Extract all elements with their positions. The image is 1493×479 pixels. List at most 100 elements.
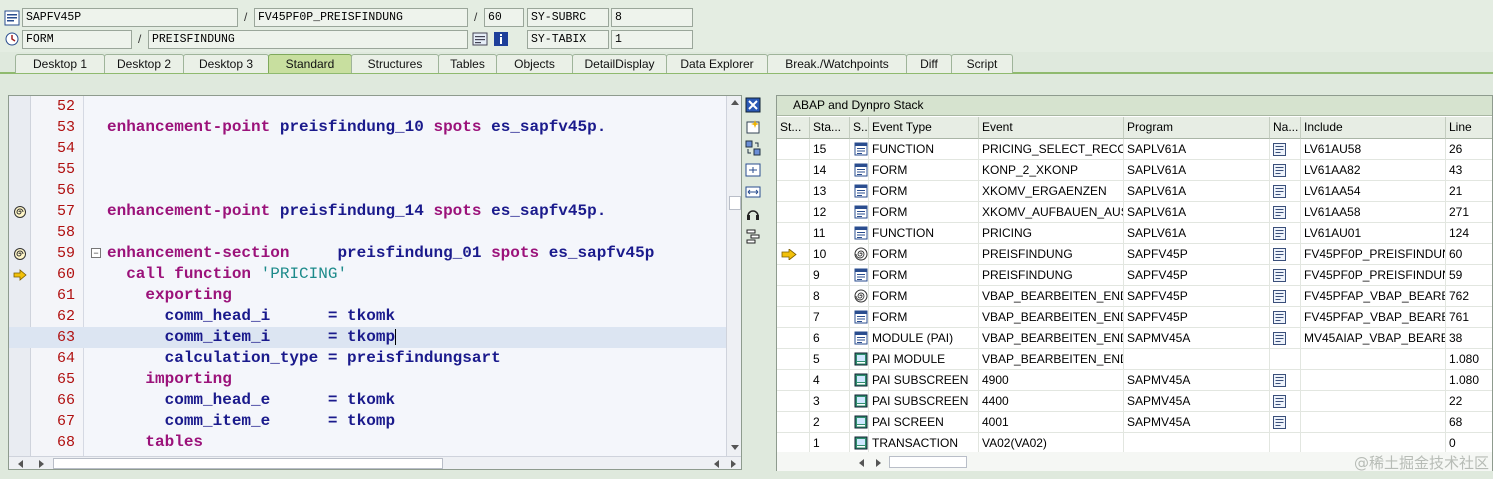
code-line[interactable]: 57 enhancement-point preisfindung_14 spo…	[9, 201, 726, 222]
collapse-block-icon[interactable]: −	[91, 248, 101, 258]
tab-standard[interactable]: Standard	[268, 54, 352, 73]
stack-row[interactable]: 15 FUNCTIONPRICING_SELECT_RECOR...SAPLV61…	[777, 139, 1492, 160]
stack-row[interactable]: 9 FORM PREISFINDUNG SAPFV45P FV45PF0P_PREISF…	[777, 265, 1492, 286]
navigate-to-source-icon[interactable]	[1273, 332, 1286, 345]
code-line[interactable]: 67 comm_item_e = tkomp	[9, 411, 726, 432]
sysvar2-value-field[interactable]: 1	[611, 30, 693, 49]
swap-tool-icon[interactable]	[745, 140, 761, 156]
tab-structures[interactable]: Structures	[351, 54, 439, 73]
navigate-to-source-icon[interactable]	[1273, 143, 1286, 156]
stack-row[interactable]: 2 PAI SCREEN 4001 SAPMV45A 68	[777, 412, 1492, 433]
stack-row[interactable]: 7 FORM VBAP_BEARBEITEN_ENDE SAPFV45P FV45PFA…	[777, 307, 1492, 328]
navigate-to-source-icon[interactable]	[1273, 227, 1286, 240]
navigate-to-source-icon[interactable]	[1273, 374, 1286, 387]
column-header-program[interactable]: Program	[1124, 117, 1270, 139]
editor-horizontal-scrollbar[interactable]	[9, 456, 741, 469]
scroll-thumb[interactable]	[53, 458, 443, 469]
navigate-to-source-icon[interactable]	[1273, 395, 1286, 408]
code-line[interactable]: 56	[9, 180, 726, 201]
tab-tables[interactable]: Tables	[438, 54, 497, 73]
display-list-icon[interactable]	[472, 31, 488, 47]
stack-row[interactable]: 12 FORM XKOMV_AUFBAUEN_AUS... SAPLV61A LV61A…	[777, 202, 1492, 223]
code-line[interactable]: 53 enhancement-point preisfindung_10 spo…	[9, 117, 726, 138]
column-header-event-type[interactable]: Event Type	[869, 117, 979, 139]
scroll-right-icon[interactable]	[729, 460, 737, 468]
stack-row[interactable]: 11 FUNCTION PRICING SAPLV61A LV61AU01 124	[777, 223, 1492, 244]
scroll-left-icon[interactable]	[17, 460, 25, 468]
new-tool-icon[interactable]	[745, 119, 761, 135]
program-field[interactable]: SAPFV45P	[22, 8, 238, 27]
sysvar1-value-field[interactable]: 8	[611, 8, 693, 27]
tab-objects[interactable]: Objects	[496, 54, 573, 73]
resize-tool-icon[interactable]	[745, 184, 761, 200]
tab-diff[interactable]: Diff	[906, 54, 952, 73]
code-line[interactable]: 54	[9, 138, 726, 159]
tab-data-explorer[interactable]: Data Explorer	[666, 54, 768, 73]
sysvar2-name-field[interactable]: SY-TABIX	[527, 30, 609, 49]
column-header-event[interactable]: Event	[979, 117, 1124, 139]
column-header-navigation[interactable]: Na...	[1270, 117, 1301, 139]
stack-row[interactable]: 14 FORM KONP_2_XKONP SAPLV61A LV61AA82 43	[777, 160, 1492, 181]
scroll-thumb[interactable]	[889, 456, 967, 468]
scroll-right-icon[interactable]	[874, 459, 882, 467]
scroll-left-icon[interactable]	[713, 460, 721, 468]
info-icon[interactable]	[493, 31, 509, 47]
scroll-right-icon[interactable]	[37, 460, 45, 468]
tab-script[interactable]: Script	[951, 54, 1013, 73]
code-line[interactable]: 62 comm_head_i = tkomk	[9, 306, 726, 327]
event-type-field[interactable]: FORM	[22, 30, 132, 49]
stack-row[interactable]: 5 PAI MODULE VBAP_BEARBEITEN_ENDE 1.080	[777, 349, 1492, 370]
stack-row[interactable]: 3 PAI SUBSCREEN 4400 SAPMV45A 22	[777, 391, 1492, 412]
code-line[interactable]: 60 call function 'PRICING'	[9, 264, 726, 285]
column-header-stack-level[interactable]: Sta...	[810, 117, 850, 139]
tab-detail-display[interactable]: DetailDisplay	[572, 54, 667, 73]
scroll-up-icon[interactable]	[730, 98, 740, 106]
code-line[interactable]: 55	[9, 159, 726, 180]
enhancement-spiral-icon[interactable]	[13, 247, 27, 261]
code-line[interactable]: 64 calculation_type = preisfindungsart	[9, 348, 726, 369]
settings-tool-icon[interactable]	[745, 228, 761, 244]
event-field[interactable]: PREISFINDUNG	[148, 30, 468, 49]
code-line[interactable]: 58	[9, 222, 726, 243]
close-tool-icon[interactable]	[745, 97, 761, 113]
code-line[interactable]: 65 importing	[9, 369, 726, 390]
column-header-include[interactable]: Include	[1301, 117, 1446, 139]
editor-vertical-scrollbar[interactable]	[726, 96, 741, 456]
code-line-current[interactable]: 63 comm_item_i = tkomp	[9, 327, 726, 348]
stack-row[interactable]: 6 MODULE (PAI) VBAP_BEARBEITEN_ENDE SAPMV45…	[777, 328, 1492, 349]
column-header-symbol[interactable]: S...	[850, 117, 869, 139]
scroll-down-icon[interactable]	[730, 444, 740, 452]
tab-desktop-1[interactable]: Desktop 1	[15, 54, 105, 73]
stack-row[interactable]: 13 FORM XKOMV_ERGAENZEN SAPLV61A LV61AA54 21	[777, 181, 1492, 202]
headset-tool-icon[interactable]	[745, 206, 761, 222]
navigate-to-source-icon[interactable]	[1273, 290, 1286, 303]
tab-break-watchpoints[interactable]: Break./Watchpoints	[767, 54, 907, 73]
stack-row[interactable]: 10 FORM PREISFINDUNG SAPFV45P FV45PF0P_PREIS…	[777, 244, 1492, 265]
navigate-to-source-icon[interactable]	[1273, 416, 1286, 429]
navigate-to-source-icon[interactable]	[1273, 164, 1286, 177]
column-header-step[interactable]: St...	[777, 117, 810, 139]
tab-desktop-2[interactable]: Desktop 2	[104, 54, 184, 73]
enhancement-spiral-icon[interactable]	[13, 205, 27, 219]
code-line[interactable]: 68 tables	[9, 432, 726, 453]
scroll-thumb[interactable]	[729, 196, 741, 210]
stack-row[interactable]: 1 TRANSACTION VA02(VA02) 0	[777, 433, 1492, 454]
code-line[interactable]: 61 exporting	[9, 285, 726, 306]
code-line[interactable]: 66 comm_head_e = tkomk	[9, 390, 726, 411]
line-field[interactable]: 60	[484, 8, 524, 27]
stack-row[interactable]: 4 PAI SUBSCREEN 4900 SAPMV45A 1.080	[777, 370, 1492, 391]
tab-desktop-3[interactable]: Desktop 3	[183, 54, 269, 73]
navigate-to-source-icon[interactable]	[1273, 248, 1286, 261]
sysvar1-name-field[interactable]: SY-SUBRC	[527, 8, 609, 27]
include-field[interactable]: FV45PF0P_PREISFINDUNG	[254, 8, 468, 27]
column-header-line[interactable]: Line	[1446, 117, 1492, 139]
navigate-to-source-icon[interactable]	[1273, 206, 1286, 219]
scroll-left-icon[interactable]	[858, 459, 866, 467]
navigate-to-source-icon[interactable]	[1273, 269, 1286, 282]
navigate-to-source-icon[interactable]	[1273, 311, 1286, 324]
code-line[interactable]: 52	[9, 96, 726, 117]
stack-row[interactable]: 8 FORM VBAP_BEARBEITEN_ENDE SAPFV45P FV45PFA…	[777, 286, 1492, 307]
source-code-editor[interactable]: 52 53 enhancement-point preisfindung_10 …	[8, 95, 742, 470]
maximize-tool-icon[interactable]	[745, 162, 761, 178]
code-line[interactable]: 59 − enhancement-section preisfindung_01…	[9, 243, 726, 264]
